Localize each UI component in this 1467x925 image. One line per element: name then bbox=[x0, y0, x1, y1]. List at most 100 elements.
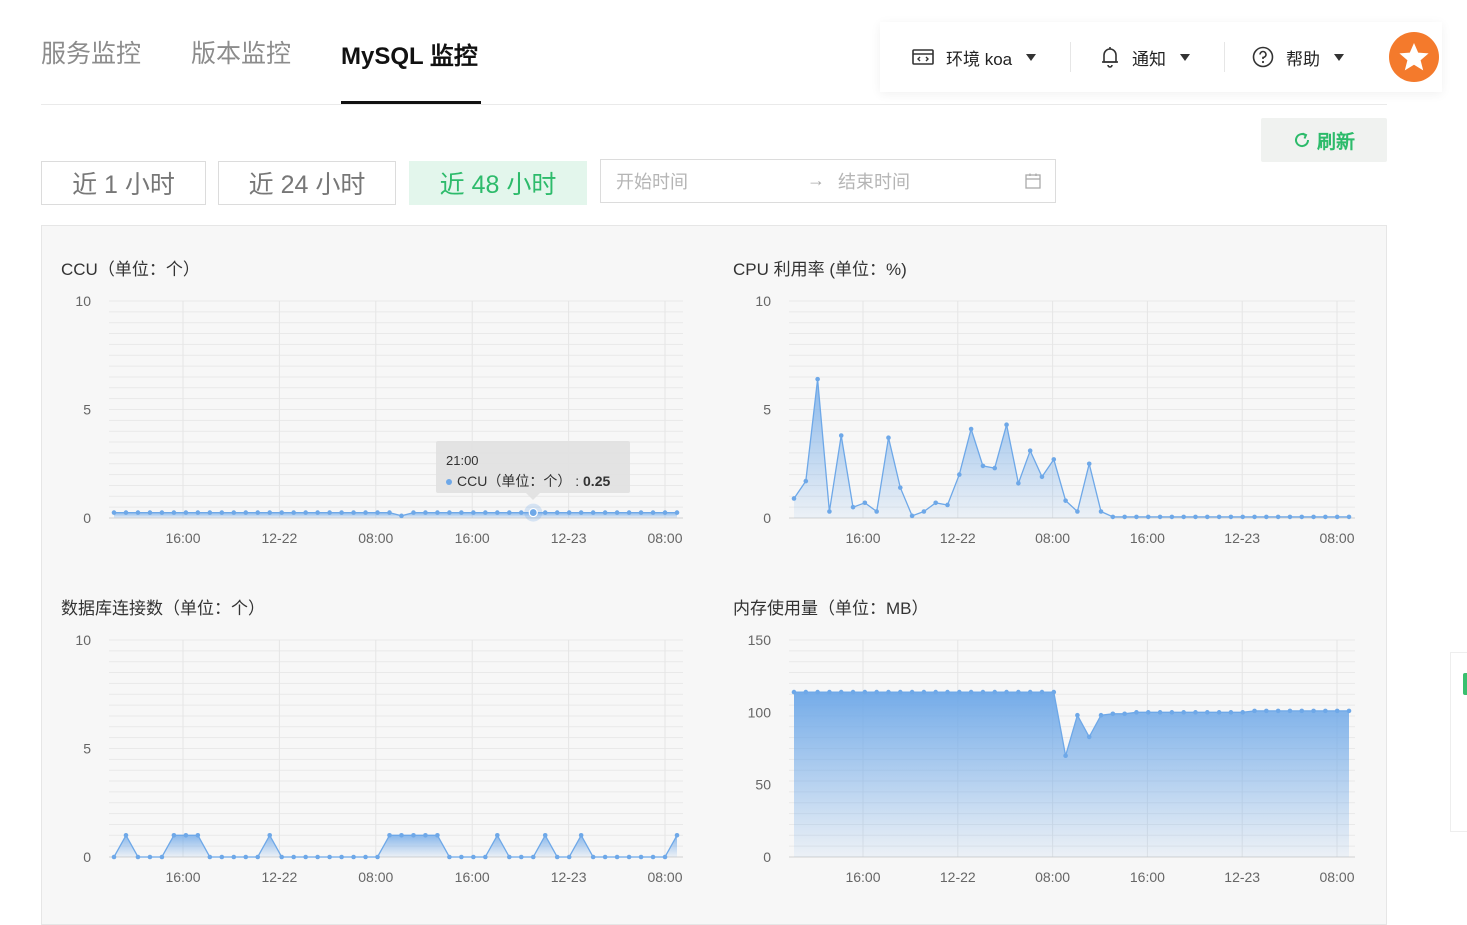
help-label: 帮助 bbox=[1286, 49, 1320, 69]
chart-title: 内存使用量（单位：MB） bbox=[733, 599, 929, 618]
data-point bbox=[968, 426, 974, 432]
refresh-button[interactable]: 刷新 bbox=[1261, 118, 1387, 162]
data-point bbox=[483, 510, 488, 515]
refresh-icon bbox=[1295, 132, 1309, 148]
data-point bbox=[1193, 710, 1198, 715]
data-point bbox=[111, 854, 117, 860]
data-point bbox=[291, 510, 296, 515]
data-point bbox=[815, 689, 820, 695]
data-point bbox=[957, 689, 962, 695]
data-point bbox=[1086, 461, 1092, 467]
data-point bbox=[1145, 514, 1151, 520]
data-point bbox=[303, 854, 308, 860]
data-point bbox=[1334, 514, 1340, 520]
db-connections-chart: 数据库连接数（单位：个） 0 5 10 16:00 12-22 08:00 16:00 12-… bbox=[61, 594, 691, 894]
data-point bbox=[327, 510, 332, 515]
data-point bbox=[850, 689, 856, 695]
y-tick-label: 10 bbox=[755, 293, 771, 309]
data-point bbox=[351, 854, 356, 860]
calendar-icon[interactable] bbox=[1025, 173, 1041, 189]
data-point bbox=[375, 510, 380, 515]
data-point bbox=[1311, 514, 1316, 520]
avatar[interactable] bbox=[1389, 32, 1439, 82]
data-point bbox=[791, 689, 797, 695]
x-tick-label: 12-22 bbox=[261, 530, 297, 546]
data-point bbox=[459, 510, 464, 515]
data-point bbox=[1346, 514, 1352, 520]
data-point bbox=[1134, 710, 1139, 715]
data-point bbox=[1204, 710, 1210, 715]
data-point bbox=[159, 854, 165, 860]
series-area bbox=[794, 379, 1349, 518]
data-point bbox=[945, 502, 950, 508]
x-tick-label: 16:00 bbox=[165, 869, 200, 885]
data-point bbox=[933, 500, 939, 506]
data-point bbox=[435, 833, 440, 838]
data-point bbox=[897, 689, 903, 695]
data-point bbox=[506, 854, 512, 860]
start-time-input[interactable] bbox=[614, 168, 798, 196]
range-1h-button[interactable]: 近 1 小时 bbox=[41, 161, 206, 205]
highlight-point bbox=[528, 507, 538, 518]
environment-icon bbox=[912, 49, 934, 65]
tab-version-monitor[interactable]: 版本监控 bbox=[191, 34, 291, 70]
range-24h-button[interactable]: 近 24 小时 bbox=[218, 161, 396, 205]
data-point bbox=[921, 509, 927, 514]
chart-title: 数据库连接数（单位：个） bbox=[61, 599, 265, 618]
data-point bbox=[1051, 457, 1057, 462]
data-point bbox=[471, 510, 476, 515]
data-point bbox=[590, 854, 596, 860]
y-tick-label: 50 bbox=[755, 777, 771, 793]
memory-chart: 内存使用量（单位：MB） 0 50 100 150 16:00 12-22 08:00 16:… bbox=[733, 594, 1363, 894]
data-point bbox=[815, 376, 820, 382]
tooltip-pointer bbox=[526, 493, 540, 500]
data-point bbox=[231, 510, 237, 515]
data-point bbox=[387, 510, 392, 515]
data-point bbox=[1334, 708, 1340, 714]
data-point bbox=[1204, 514, 1210, 520]
data-point bbox=[566, 510, 572, 515]
bell-icon bbox=[1102, 47, 1118, 68]
x-tick-label: 12-23 bbox=[551, 869, 587, 885]
data-point bbox=[530, 854, 536, 860]
notify-menu[interactable]: 通知 bbox=[1100, 22, 1190, 92]
data-point bbox=[315, 510, 320, 515]
data-point bbox=[255, 854, 261, 860]
data-point bbox=[399, 833, 404, 838]
data-point bbox=[662, 854, 668, 860]
data-point bbox=[1323, 708, 1328, 714]
data-point bbox=[992, 689, 998, 695]
data-point bbox=[183, 510, 189, 515]
data-point bbox=[566, 854, 572, 860]
x-tick-label: 12-23 bbox=[1224, 530, 1260, 546]
data-point bbox=[542, 510, 548, 515]
tooltip-series: CCU（单位：个） bbox=[457, 473, 572, 489]
divider bbox=[1224, 42, 1225, 72]
help-menu[interactable]: 帮助 bbox=[1252, 22, 1344, 92]
data-point bbox=[1086, 734, 1092, 740]
tab-service-monitor[interactable]: 服务监控 bbox=[41, 34, 141, 70]
range-48h-button[interactable]: 近 48 小时 bbox=[409, 161, 587, 205]
data-point bbox=[135, 854, 141, 860]
data-point bbox=[207, 510, 213, 515]
data-point bbox=[195, 833, 201, 838]
data-point bbox=[602, 510, 608, 515]
side-drawer-handle[interactable] bbox=[1450, 652, 1467, 832]
data-point bbox=[638, 854, 644, 860]
data-point bbox=[231, 854, 237, 860]
data-point bbox=[219, 854, 225, 860]
data-point bbox=[1016, 689, 1021, 695]
data-point bbox=[980, 689, 986, 695]
x-tick-label: 16:00 bbox=[455, 530, 490, 546]
data-point bbox=[1228, 710, 1234, 715]
env-selector[interactable]: 环境 koa bbox=[912, 22, 1037, 92]
data-point bbox=[171, 510, 177, 515]
data-point bbox=[219, 510, 225, 515]
end-time-input[interactable] bbox=[836, 168, 1020, 196]
x-tick-label: 08:00 bbox=[1035, 869, 1070, 885]
date-range-picker: → bbox=[600, 159, 1056, 203]
data-point bbox=[626, 854, 632, 860]
tab-mysql-monitor[interactable]: MySQL 监控 bbox=[341, 36, 478, 71]
data-point bbox=[495, 510, 500, 515]
y-tick-label: 10 bbox=[75, 293, 91, 309]
